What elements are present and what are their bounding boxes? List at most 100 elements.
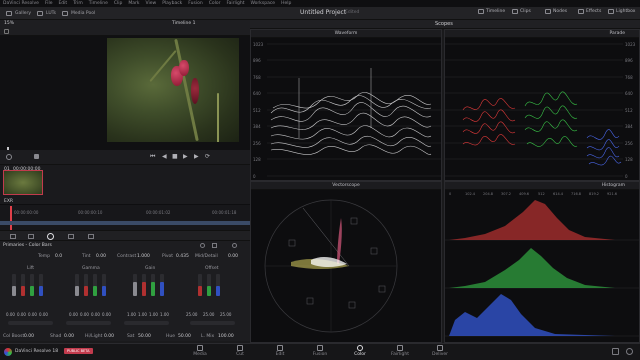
gamma-master-wheel[interactable] <box>66 321 111 325</box>
reset-all-icon[interactable] <box>232 243 237 248</box>
gain-r-slider[interactable] <box>142 274 146 296</box>
gamma-b-slider[interactable] <box>102 274 106 296</box>
gain-y-value[interactable]: 1.00 <box>127 312 136 317</box>
gamma-y-value[interactable]: 0.00 <box>69 312 78 317</box>
wheels-mode-icon[interactable] <box>212 243 217 248</box>
clip-thumbnail[interactable] <box>3 170 43 195</box>
menu-app[interactable]: DaVinci Resolve <box>3 1 39 6</box>
offset-g-slider[interactable] <box>207 274 211 296</box>
middetail-value[interactable]: 0.00 <box>228 254 238 259</box>
gamma-b-value[interactable]: 0.00 <box>102 312 111 317</box>
vectorscope-title[interactable]: Vectorscope <box>251 182 441 190</box>
page-deliver[interactable]: Deliver <box>425 345 455 357</box>
menu-help[interactable]: Help <box>281 1 291 6</box>
audio-icon[interactable] <box>34 154 39 159</box>
gallery-button[interactable]: Gallery <box>6 10 31 16</box>
offset-b-value[interactable]: 25.00 <box>220 312 231 317</box>
lift-b-value[interactable]: 0.00 <box>39 312 48 317</box>
lift-r-value[interactable]: 0.00 <box>17 312 26 317</box>
luts-button[interactable]: LUTs <box>37 10 56 16</box>
menu-edit[interactable]: Edit <box>58 1 67 6</box>
menu-file[interactable]: File <box>45 1 53 6</box>
camera-raw-icon[interactable] <box>10 234 16 239</box>
viewer-mode-icon[interactable] <box>4 29 9 34</box>
page-color[interactable]: Color <box>345 345 375 357</box>
step-forward-button[interactable]: ▶ <box>194 153 199 160</box>
gamma-g-slider[interactable] <box>93 274 97 296</box>
sat-value[interactable]: 50.00 <box>138 334 151 339</box>
gamma-r-slider[interactable] <box>84 274 88 296</box>
gamma-y-slider[interactable] <box>75 274 79 296</box>
offset-g-value[interactable]: 25.00 <box>203 312 214 317</box>
lift-b-slider[interactable] <box>39 274 43 296</box>
temp-value[interactable]: 0.0 <box>55 254 62 259</box>
gain-g-slider[interactable] <box>151 274 155 296</box>
menu-mark[interactable]: Mark <box>128 1 139 6</box>
timeline-track[interactable] <box>0 221 250 225</box>
lightbox-button[interactable]: Lightbox <box>608 9 635 14</box>
gamma-g-value[interactable]: 0.00 <box>91 312 100 317</box>
offset-r-slider[interactable] <box>198 274 202 296</box>
play-button[interactable]: ▶ <box>183 153 188 160</box>
lift-y-slider[interactable] <box>12 274 16 296</box>
gain-g-value[interactable]: 1.00 <box>149 312 158 317</box>
tint-value[interactable]: 0.00 <box>96 254 106 259</box>
gamma-r-value[interactable]: 0.00 <box>80 312 89 317</box>
lift-g-slider[interactable] <box>30 274 34 296</box>
menu-view[interactable]: View <box>146 1 157 6</box>
hilight-value[interactable]: 0.00 <box>104 334 114 339</box>
contrast-value[interactable]: 1.000 <box>137 254 150 259</box>
bars-mode-icon[interactable] <box>200 243 205 248</box>
gain-r-value[interactable]: 1.00 <box>138 312 147 317</box>
zoom-level[interactable]: 15% <box>4 21 14 26</box>
page-fairlight[interactable]: Fairlight <box>385 345 415 357</box>
offset-b-slider[interactable] <box>216 274 220 296</box>
waveform-title[interactable]: Waveform <box>251 30 441 38</box>
timeline-name[interactable]: Timeline 1 <box>172 21 195 26</box>
page-media[interactable]: Media <box>185 345 215 357</box>
page-edit[interactable]: Edit <box>265 345 295 357</box>
colboost-value[interactable]: 0.00 <box>24 334 34 339</box>
lift-y-value[interactable]: 0.00 <box>6 312 15 317</box>
clips-button[interactable]: Clips <box>512 9 531 14</box>
histogram-title[interactable]: Histogram <box>445 182 639 190</box>
mini-timeline[interactable]: 00:00:00:00 00:00:00:10 00:00:01:02 00:0… <box>0 204 250 230</box>
color-match-icon[interactable] <box>28 234 34 239</box>
effects-button[interactable]: Effects <box>578 9 601 14</box>
shad-value[interactable]: 0.00 <box>64 334 74 339</box>
menu-workspace[interactable]: Workspace <box>250 1 275 6</box>
hue-value[interactable]: 50.00 <box>178 334 191 339</box>
menu-color[interactable]: Color <box>209 1 221 6</box>
menu-clip[interactable]: Clip <box>114 1 123 6</box>
step-back-button[interactable]: ◀ <box>162 153 167 160</box>
media-pool-button[interactable]: Media Pool <box>61 10 95 16</box>
menu-fusion[interactable]: Fusion <box>188 1 202 6</box>
parade-title[interactable]: Parade <box>445 30 639 38</box>
pivot-value[interactable]: 0.435 <box>176 254 189 259</box>
timeline-playhead[interactable] <box>10 206 12 230</box>
lmix-value[interactable]: 100.00 <box>218 334 234 339</box>
lift-g-value[interactable]: 0.00 <box>28 312 37 317</box>
nodes-button[interactable]: Nodes <box>545 9 567 14</box>
color-wheels-icon[interactable] <box>47 233 54 240</box>
gain-b-value[interactable]: 1.00 <box>160 312 169 317</box>
menu-playback[interactable]: Playback <box>162 1 182 6</box>
timeline-button[interactable]: Timeline <box>478 9 505 14</box>
lift-r-slider[interactable] <box>21 274 25 296</box>
loop-toggle-button[interactable]: ⟳ <box>205 153 210 160</box>
motion-effects-icon[interactable] <box>88 234 94 239</box>
gain-b-slider[interactable] <box>160 274 164 296</box>
settings-icon[interactable] <box>626 348 633 355</box>
page-cut[interactable]: Cut <box>225 345 255 357</box>
offset-master-wheel[interactable] <box>190 321 235 325</box>
gain-master-wheel[interactable] <box>124 321 169 325</box>
lift-master-wheel[interactable] <box>8 321 53 325</box>
gain-y-slider[interactable] <box>133 274 137 296</box>
menu-timeline[interactable]: Timeline <box>89 1 108 6</box>
page-fusion[interactable]: Fusion <box>305 345 335 357</box>
menu-fairlight[interactable]: Fairlight <box>226 1 244 6</box>
stop-button[interactable]: ■ <box>172 153 178 160</box>
rgb-mixer-icon[interactable] <box>68 234 74 239</box>
menu-trim[interactable]: Trim <box>73 1 83 6</box>
home-icon[interactable] <box>612 348 619 355</box>
